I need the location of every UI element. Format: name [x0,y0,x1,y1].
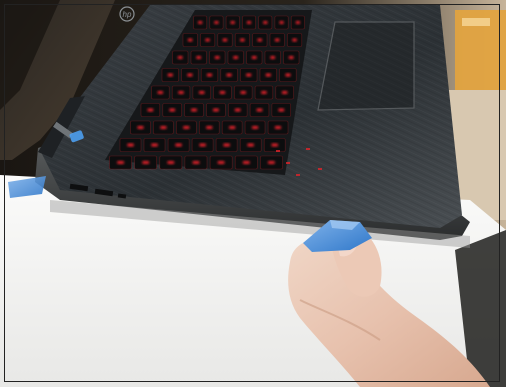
key-legend-glow [222,38,228,42]
key-legend-glow [167,73,173,77]
key-legend-glow [205,38,210,42]
key-legend-glow [234,108,241,112]
key-legend-glow [292,38,297,42]
key-legend-glow [233,56,238,59]
key-legend-glow [288,56,294,59]
key-legend-glow [192,161,200,164]
key-legend-glow [257,38,262,42]
photo-scene: hp [0,0,506,387]
key-legend-glow [226,73,232,77]
key-legend-glow [191,108,197,112]
key-legend-glow [251,56,257,59]
key-legend-glow [275,38,280,42]
key-legend-glow [275,126,281,129]
key-legend-glow [160,126,167,129]
key-legend-glow [278,108,285,112]
key-legend-glow [261,91,267,94]
key-legend-glow [188,38,193,42]
key-legend-glow [127,143,134,147]
key-legend-glow [219,91,226,94]
key-legend-glow [196,56,201,59]
key-legend-glow [285,73,291,77]
key-legend-glow [243,161,250,164]
key-legend-glow [167,161,175,164]
key-legend-glow [142,161,149,164]
key-legend-glow [157,91,163,94]
key-legend-glow [295,21,300,24]
key-legend-glow [206,126,213,129]
deck-light-dot [276,150,280,152]
key-legend-glow [214,21,219,24]
deck-light-dot [286,162,290,164]
key-legend-glow [265,73,271,77]
key-legend-glow [199,143,206,147]
key-legend-glow [252,126,259,129]
deck-light-dot [318,168,322,170]
key-legend-glow [183,126,190,129]
svg-text:hp: hp [123,10,132,19]
key-legend-glow [137,126,144,129]
key-legend-glow [240,91,246,94]
key-legend-glow [271,143,278,147]
key-legend-glow [223,143,230,147]
key-legend-glow [178,91,184,94]
key-legend-glow [198,21,203,24]
key-legend-glow [187,73,193,77]
photo: hp [0,0,506,387]
key-legend-glow [207,73,212,77]
key-legend-glow [246,73,252,77]
key-legend-glow [240,38,245,42]
deck-light-dot [306,148,310,150]
key-legend-glow [247,21,251,24]
key-legend-glow [175,143,182,147]
key-legend-glow [263,21,268,24]
key-legend-glow [279,21,284,24]
key-legend-glow [151,143,158,147]
key-legend-glow [230,21,235,24]
background-box-label [462,18,490,26]
key-legend-glow [177,56,183,59]
key-legend-glow [217,161,225,164]
key-legend-glow [213,108,219,112]
deck-light-dot [296,174,300,176]
key-legend-glow [270,56,275,59]
key-legend-glow [282,91,288,94]
key-legend-glow [256,108,263,112]
key-legend-glow [229,126,236,129]
key-legend-glow [117,161,124,164]
key-legend-glow [247,143,254,147]
key-legend-glow [214,56,220,59]
key-legend-glow [169,108,175,112]
key-legend-glow [268,161,275,164]
key-legend-glow [147,108,154,112]
key-legend-glow [199,91,205,94]
